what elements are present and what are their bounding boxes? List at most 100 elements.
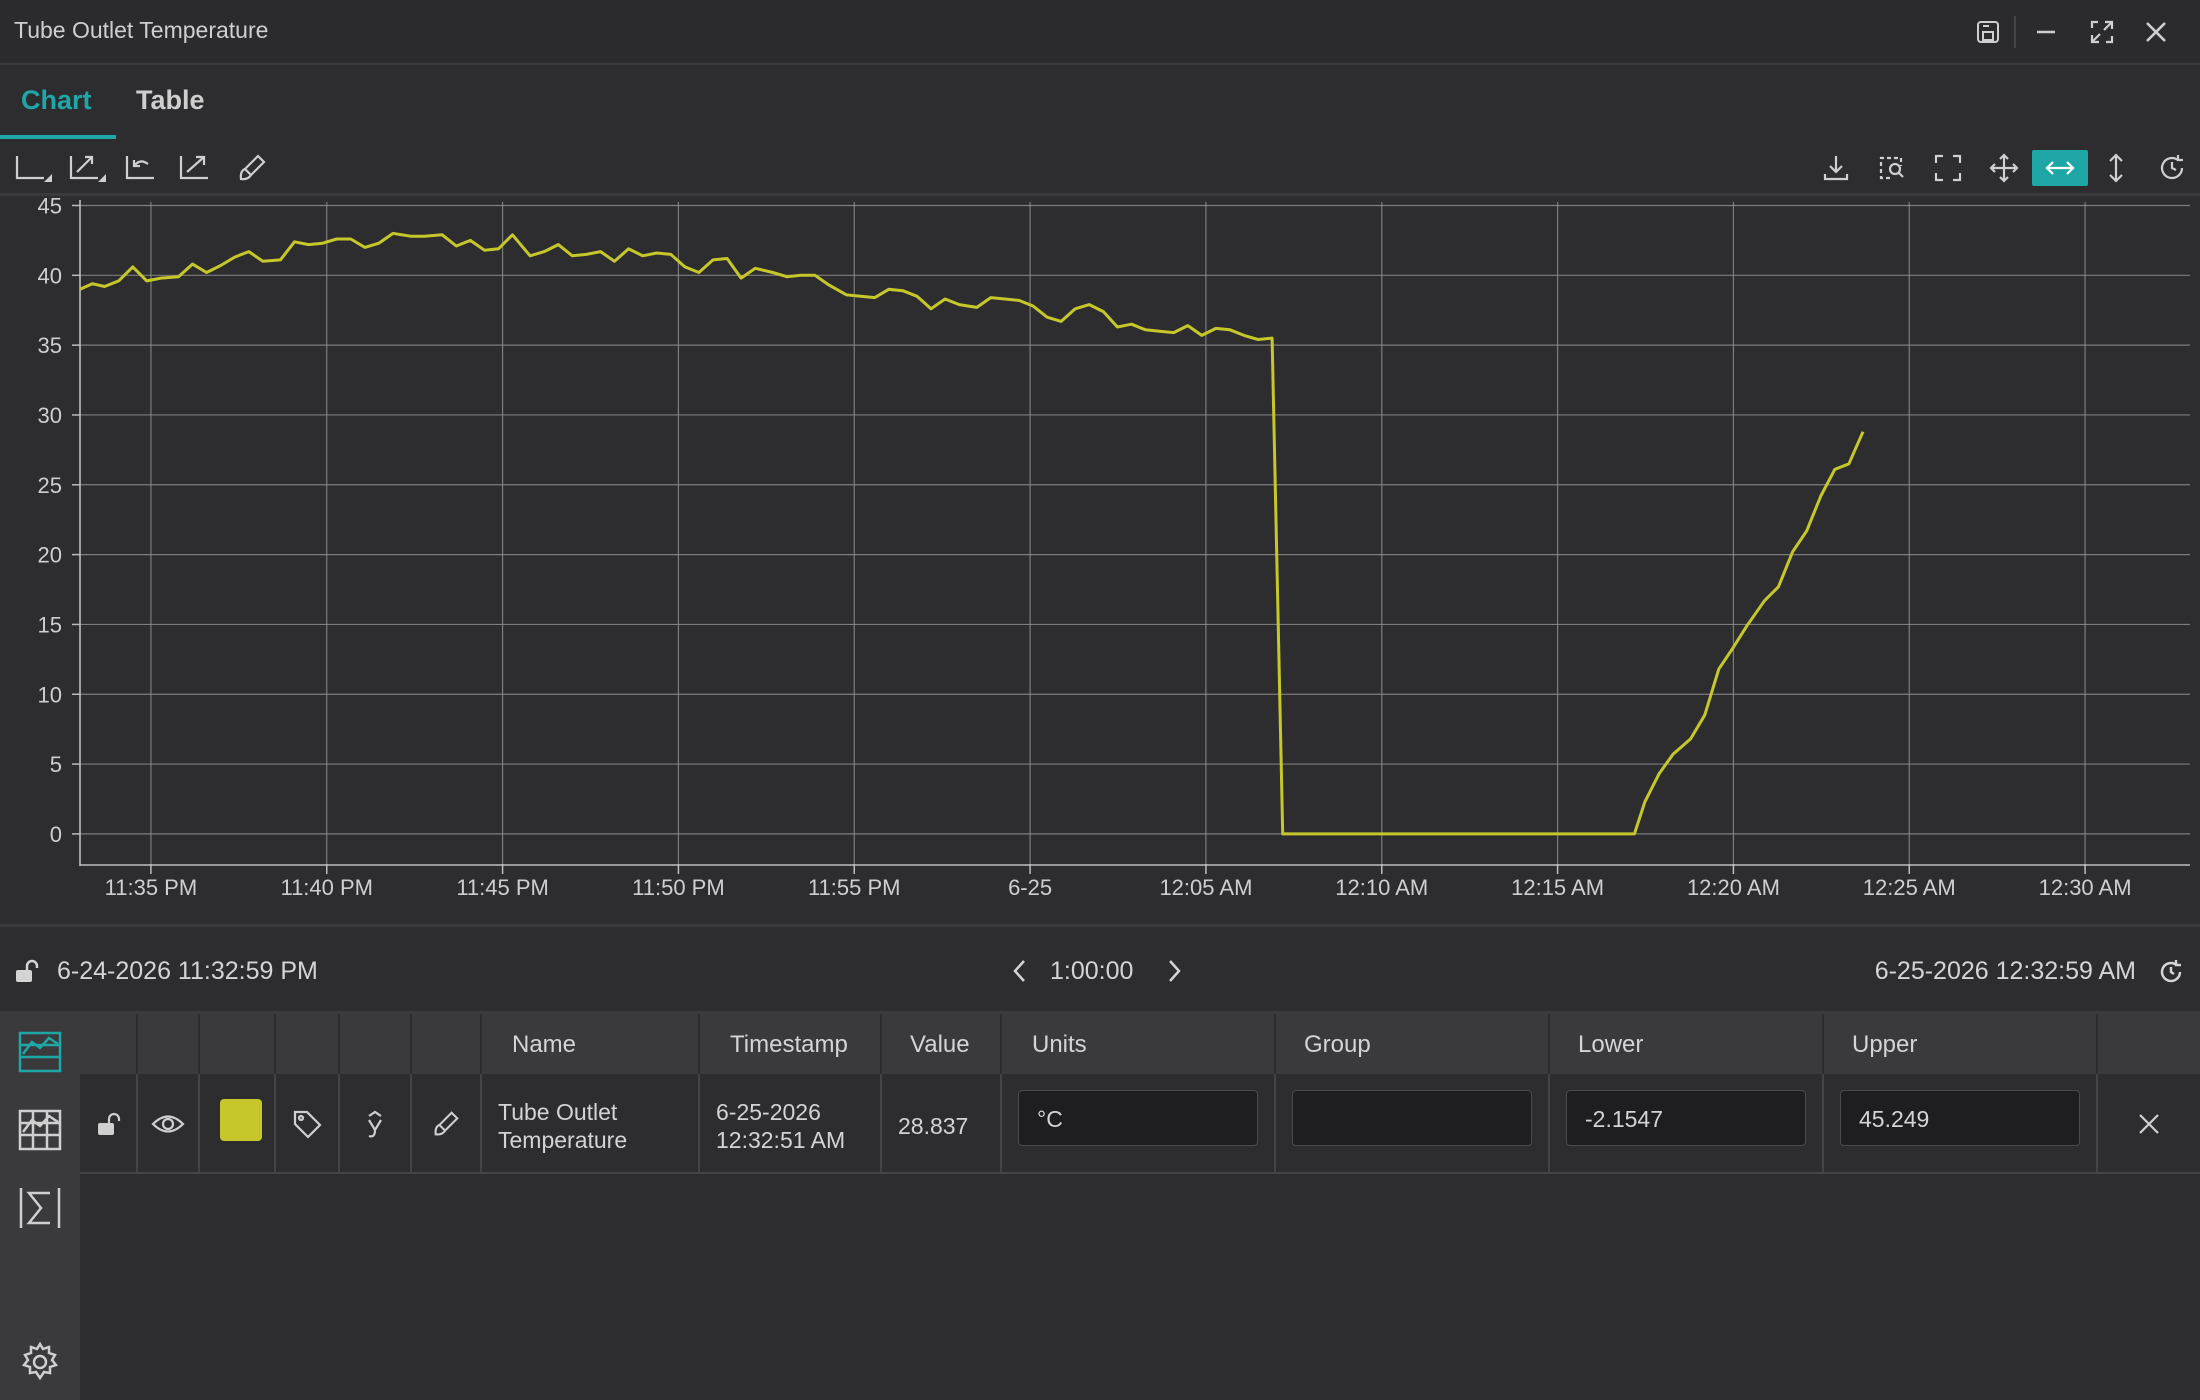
y-tick-label: 25 (38, 473, 62, 498)
window-controls-divider (2014, 16, 2016, 48)
header-value[interactable]: Value (882, 1014, 1002, 1074)
tag-icon[interactable] (276, 1074, 338, 1174)
row-name-cell[interactable]: Tube Outlet Temperature (482, 1074, 700, 1174)
series-color-swatch[interactable] (220, 1099, 262, 1141)
x-tick-label: 12:30 AM (2039, 875, 2132, 900)
y-tick-label: 5 (50, 752, 62, 777)
row-timestamp-cell: 6-25-2026 12:32:51 AM (700, 1074, 882, 1174)
reset-time-icon[interactable] (2156, 957, 2186, 987)
header-units[interactable]: Units (1002, 1014, 1276, 1074)
timestamp-line1: 6-25-2026 (716, 1099, 821, 1125)
y-axis-icon[interactable] (340, 1074, 410, 1174)
y-tick-label: 35 (38, 333, 62, 358)
chart-toolbar (0, 142, 2200, 196)
brush-icon[interactable] (412, 1074, 480, 1174)
pan-icon[interactable] (1984, 150, 2024, 186)
zoom-extents-icon[interactable] (68, 150, 108, 186)
header-lock (80, 1014, 138, 1074)
header-lower-label: Lower (1578, 1031, 1644, 1058)
undo-zoom-icon[interactable] (122, 150, 162, 186)
header-group[interactable]: Group (1276, 1014, 1550, 1074)
statistics-icon[interactable] (12, 1180, 68, 1236)
x-tick-label: 11:55 PM (808, 875, 901, 900)
x-tick-label: 12:20 AM (1687, 875, 1780, 900)
time-range-bar: 6-24-2026 11:32:59 PM 1:00:00 6-25-2026 … (0, 924, 2200, 1014)
current-value: 28.837 (898, 1113, 969, 1139)
fullscreen-icon[interactable] (1928, 150, 1968, 186)
header-tag (276, 1014, 340, 1074)
y-tick-label: 0 (50, 822, 62, 847)
table-header: Name Timestamp Value Units Group Lower U… (80, 1014, 2200, 1074)
header-axis (340, 1014, 412, 1074)
units-field[interactable]: °C (1018, 1090, 1258, 1146)
trend-chart[interactable]: 0 5 10 15 20 25 30 35 40 45 11:35 PM 11:40 PM 11:45 … (0, 198, 2200, 922)
header-name[interactable]: Name (482, 1014, 700, 1074)
vertical-scale-icon[interactable] (2096, 150, 2136, 186)
row-group-cell (1276, 1074, 1550, 1174)
axis-scale-icon[interactable] (14, 150, 54, 186)
x-tick-label: 11:45 PM (456, 875, 549, 900)
x-tick-label: 6-25 (1008, 875, 1052, 900)
trend-icon[interactable] (176, 150, 216, 186)
remove-row-icon[interactable] (2098, 1074, 2200, 1174)
upper-limit-field[interactable]: 45.249 (1840, 1090, 2080, 1146)
trend-list-icon[interactable] (12, 1024, 68, 1080)
settings-gear-icon[interactable] (12, 1334, 68, 1390)
header-value-label: Value (910, 1031, 970, 1058)
header-remove (2098, 1014, 2200, 1074)
row-visibility-cell (138, 1074, 200, 1174)
row-upper-cell: 45.249 (1824, 1074, 2098, 1174)
header-style (412, 1014, 482, 1074)
y-tick-label: 30 (38, 403, 62, 428)
range-duration[interactable]: 1:00:00 (1050, 957, 1133, 986)
tab-chart[interactable]: Chart (21, 85, 92, 116)
row-units-cell: °C (1002, 1074, 1276, 1174)
side-rail (0, 1014, 80, 1400)
active-tab-indicator (0, 135, 116, 139)
range-end-time[interactable]: 6-25-2026 12:32:59 AM (1875, 957, 2136, 986)
row-color-cell (200, 1074, 276, 1174)
row-lock-cell (80, 1074, 138, 1174)
lower-limit-field[interactable]: -2.1547 (1566, 1090, 1806, 1146)
x-tick-label: 12:10 AM (1335, 875, 1428, 900)
y-tick-label: 15 (38, 612, 62, 637)
y-tick-label: 20 (38, 543, 62, 568)
save-icon[interactable] (1970, 14, 2006, 50)
header-color (200, 1014, 276, 1074)
close-icon[interactable] (2138, 14, 2174, 50)
brush-icon[interactable] (232, 150, 272, 186)
row-lower-cell: -2.1547 (1550, 1074, 1824, 1174)
row-remove-cell (2098, 1074, 2200, 1174)
download-icon[interactable] (1816, 150, 1856, 186)
unlock-icon[interactable] (80, 1074, 136, 1174)
unlock-icon[interactable] (12, 957, 40, 985)
header-upper[interactable]: Upper (1824, 1014, 2098, 1074)
y-tick-label: 40 (38, 263, 62, 288)
chart-grid-icon[interactable] (12, 1102, 68, 1158)
maximize-icon[interactable] (2084, 14, 2120, 50)
series-name-line2: Temperature (498, 1127, 628, 1153)
header-lower[interactable]: Lower (1550, 1014, 1824, 1074)
minimize-icon[interactable] (2028, 14, 2064, 50)
zoom-box-icon[interactable] (1872, 150, 1912, 186)
x-tick-label: 11:35 PM (105, 875, 198, 900)
previous-range-icon[interactable] (1006, 957, 1034, 985)
timestamp-line2: 12:32:51 AM (716, 1127, 846, 1153)
refresh-icon[interactable] (2152, 150, 2192, 186)
header-group-label: Group (1304, 1031, 1371, 1058)
group-field[interactable] (1292, 1090, 1532, 1146)
series-name-line1: Tube Outlet (498, 1099, 618, 1125)
x-tick-label: 12:15 AM (1511, 875, 1604, 900)
tab-table[interactable]: Table (136, 85, 205, 116)
eye-icon[interactable] (138, 1074, 198, 1174)
view-tabs: Chart Table (0, 65, 2200, 140)
table-row[interactable]: Tube Outlet Temperature 6-25-2026 12:32:… (80, 1074, 2200, 1174)
row-tag-cell (276, 1074, 340, 1174)
horizontal-scale-icon[interactable] (2032, 150, 2088, 186)
x-tick-label: 11:40 PM (280, 875, 373, 900)
y-tick-label: 45 (38, 198, 62, 218)
next-range-icon[interactable] (1160, 957, 1188, 985)
header-timestamp[interactable]: Timestamp (700, 1014, 882, 1074)
row-axis-cell (340, 1074, 412, 1174)
range-start-time[interactable]: 6-24-2026 11:32:59 PM (57, 957, 318, 986)
